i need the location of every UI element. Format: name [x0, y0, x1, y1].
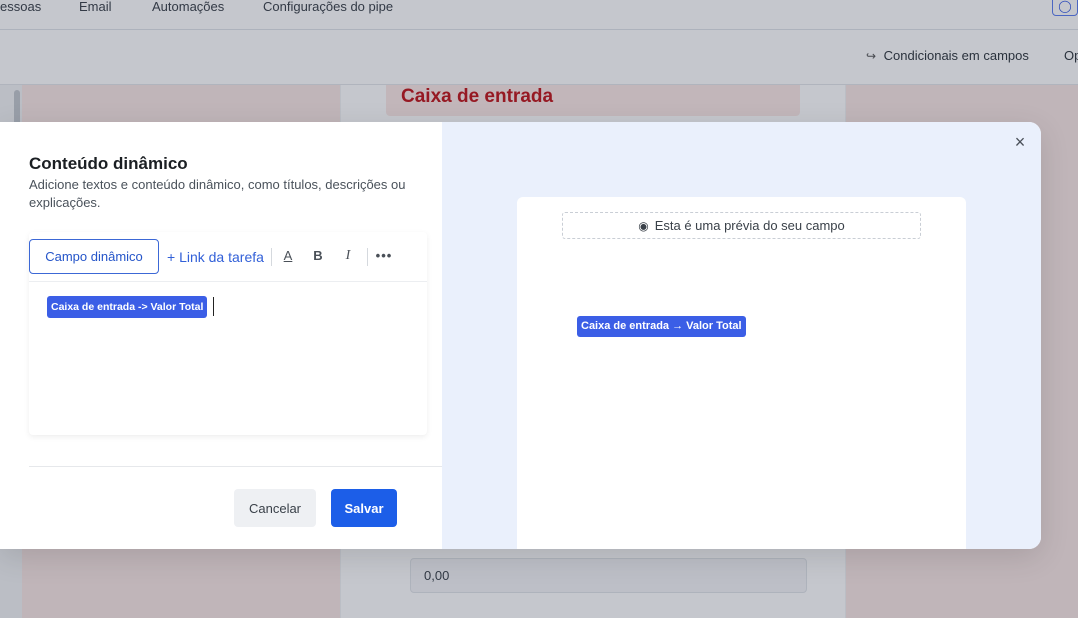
italic-icon[interactable]: I	[340, 248, 356, 266]
task-link-button[interactable]: + Link da tarefa	[167, 249, 264, 265]
modal-title: Conteúdo dinâmico	[29, 154, 188, 173]
dynamic-content-modal: ◉ Esta é uma prévia do seu campo Caixa de…	[0, 122, 1041, 549]
rich-text-editor[interactable]: Campo dinâmico + Link da tarefa A B I ••…	[29, 232, 427, 435]
text-color-icon[interactable]: A	[280, 248, 296, 266]
modal-description: Adicione textos e conteúdo dinâmico, com…	[29, 177, 406, 210]
preview-pane: ◉ Esta é uma prévia do seu campo Caixa de…	[442, 122, 1041, 549]
preview-banner: ◉ Esta é uma prévia do seu campo	[562, 212, 921, 239]
dynamic-field-button[interactable]: Campo dinâmico	[29, 239, 159, 274]
footer-divider	[29, 466, 442, 467]
preview-banner-text: Esta é uma prévia do seu campo	[654, 218, 845, 233]
save-button[interactable]: Salvar	[331, 489, 397, 527]
eye-icon: ◉	[638, 219, 649, 233]
editor-dynamic-chip[interactable]: Caixa de entrada -> Valor Total	[47, 296, 208, 318]
bold-icon[interactable]: B	[310, 248, 326, 266]
preview-card: ◉ Esta é uma prévia do seu campo Caixa de…	[517, 197, 966, 549]
preview-dynamic-chip: Caixa de entrada → Valor Total	[577, 316, 746, 337]
toolbar-divider	[271, 248, 272, 266]
cancel-button[interactable]: Cancelar	[234, 489, 316, 527]
toolbar-divider	[367, 248, 368, 266]
more-options-icon[interactable]: •••	[373, 248, 395, 266]
close-icon[interactable]: ×	[1011, 133, 1029, 152]
text-cursor	[213, 297, 214, 316]
editor-toolbar: Campo dinâmico + Link da tarefa A B I ••…	[29, 232, 427, 282]
